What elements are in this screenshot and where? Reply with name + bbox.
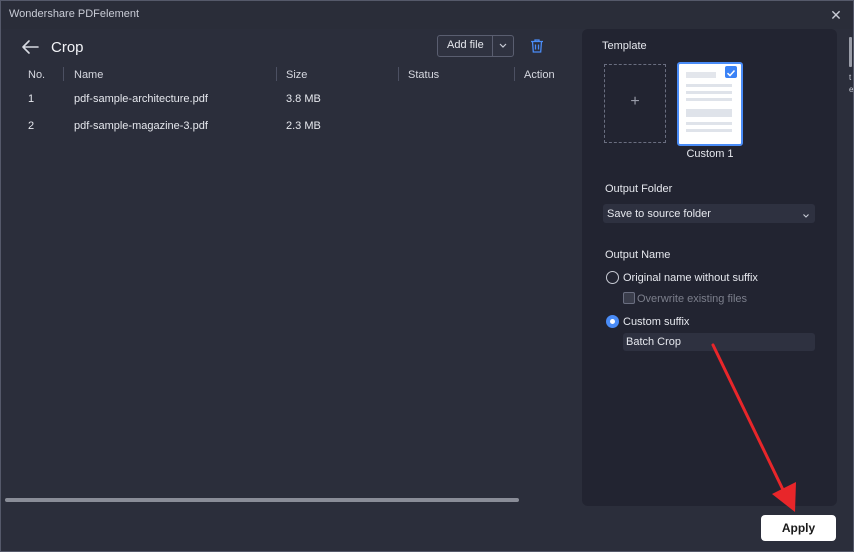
add-file-button[interactable]: Add file <box>437 35 514 57</box>
column-divider[interactable] <box>63 67 64 81</box>
column-divider[interactable] <box>398 67 399 81</box>
template-selected-checkbox[interactable] <box>725 66 737 78</box>
trash-icon <box>531 39 543 53</box>
table-row[interactable]: 2 pdf-sample-magazine-3.pdf 2.3 MB <box>1 116 576 138</box>
app-window: Wondershare PDFelement ✕ Crop Add file N… <box>0 0 854 552</box>
row-number: 2 <box>28 120 35 132</box>
output-folder-select[interactable]: Save to source folder <box>603 204 815 223</box>
template-thumb-line <box>686 129 732 132</box>
vertical-scrollbar[interactable] <box>849 37 852 67</box>
column-no: No. <box>28 69 46 81</box>
edge-text-fragment: e <box>849 85 854 94</box>
file-size: 3.8 MB <box>286 93 321 105</box>
original-name-label: Original name without suffix <box>623 272 758 284</box>
add-template-button[interactable]: + <box>604 64 666 143</box>
template-card-custom-1[interactable] <box>677 62 743 146</box>
plus-icon: + <box>630 93 640 110</box>
column-size: Size <box>286 69 308 81</box>
suffix-value: Batch Crop <box>626 336 682 348</box>
apply-button[interactable]: Apply <box>761 515 836 541</box>
add-file-divider <box>492 36 493 56</box>
back-button[interactable] <box>19 37 41 57</box>
template-thumb-line <box>686 91 732 94</box>
overwrite-label: Overwrite existing files <box>637 293 748 305</box>
chevron-down-icon <box>801 208 811 218</box>
horizontal-scrollbar[interactable] <box>5 498 519 502</box>
delete-all-button[interactable] <box>529 38 545 54</box>
row-number: 1 <box>28 93 35 105</box>
add-file-dropdown[interactable] <box>495 39 511 53</box>
template-name: Custom 1 <box>686 148 734 160</box>
file-list-area: Crop Add file No. Name Size Status Actio… <box>1 29 576 549</box>
column-status: Status <box>408 69 440 81</box>
template-thumb-line <box>686 84 732 87</box>
checkmark-icon <box>726 69 736 77</box>
settings-panel: Template + Custom 1 Output Folder Save t… <box>582 29 837 506</box>
suffix-input[interactable]: Batch Crop <box>623 333 815 351</box>
table-header: No. Name Size Status Action <box>1 67 576 85</box>
template-label: Template <box>602 40 647 52</box>
column-divider[interactable] <box>276 67 277 81</box>
app-title: Wondershare PDFelement <box>9 8 140 20</box>
overwrite-checkbox[interactable] <box>623 292 635 304</box>
column-action: Action <box>524 69 555 81</box>
close-window-button[interactable]: ✕ <box>827 6 845 24</box>
radio-custom-suffix[interactable] <box>606 315 619 328</box>
column-divider[interactable] <box>514 67 515 81</box>
file-name: pdf-sample-magazine-3.pdf <box>74 120 208 132</box>
template-thumb-line <box>686 122 732 125</box>
page-title: Crop <box>51 39 84 56</box>
right-edge-strip: t e <box>841 29 853 119</box>
file-name: pdf-sample-architecture.pdf <box>74 93 208 105</box>
edge-text-fragment: t <box>849 73 852 82</box>
chevron-down-icon <box>499 43 507 48</box>
output-folder-label: Output Folder <box>605 183 673 195</box>
template-thumb-line <box>686 72 716 78</box>
output-name-label: Output Name <box>605 249 671 261</box>
file-size: 2.3 MB <box>286 120 321 132</box>
title-bar: Wondershare PDFelement ✕ <box>1 1 853 29</box>
template-thumb-line <box>686 98 732 101</box>
custom-suffix-label: Custom suffix <box>623 316 690 328</box>
arrow-left-icon <box>22 40 39 54</box>
add-file-label: Add file <box>447 39 484 51</box>
output-folder-value: Save to source folder <box>607 208 711 220</box>
table-row[interactable]: 1 pdf-sample-architecture.pdf 3.8 MB <box>1 89 576 111</box>
template-thumb-line <box>686 109 732 117</box>
radio-original-name[interactable] <box>606 271 619 284</box>
column-name: Name <box>74 69 104 81</box>
